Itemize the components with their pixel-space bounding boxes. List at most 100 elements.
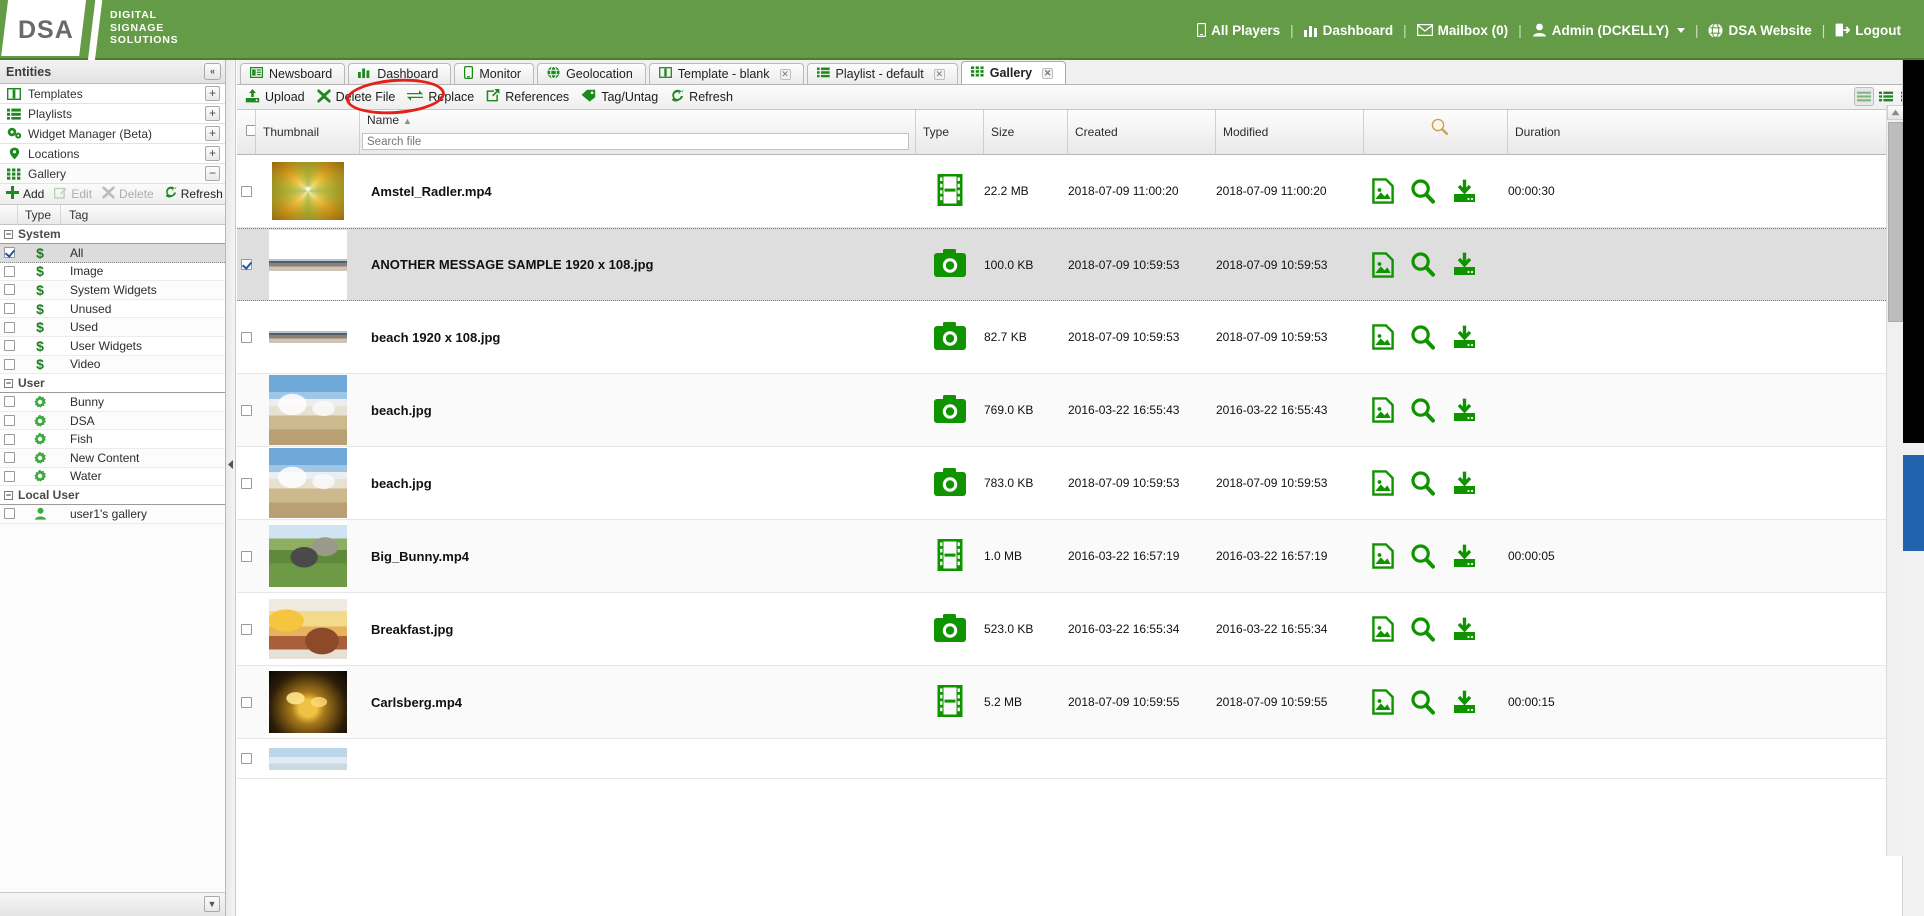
nav-admin-user[interactable]: Admin (DCKELLY) [1523, 21, 1694, 40]
tag-checkbox[interactable] [0, 396, 18, 408]
table-row[interactable]: beach.jpg 769.0 KB 2016-03-22 16:55:43 2… [237, 374, 1924, 447]
tag-group-user[interactable]: − User [0, 374, 225, 394]
row-checkbox-cell[interactable] [237, 259, 256, 270]
inspect-magnifier-icon[interactable] [1411, 324, 1435, 350]
tab-close-icon[interactable]: ✕ [779, 68, 791, 80]
tag-row-bunny[interactable]: Bunny [0, 393, 225, 412]
brand-logo[interactable]: DSA DIGITAL SIGNAGE SOLUTIONS [0, 0, 280, 60]
tag-checkbox[interactable] [0, 265, 18, 277]
tag-edit-button[interactable]: Edit [51, 187, 99, 202]
preview-image-icon[interactable] [1372, 178, 1394, 204]
tag-add-button[interactable]: Add [3, 186, 51, 202]
tag-refresh-button[interactable]: Refresh [161, 186, 225, 202]
row-checkbox-cell[interactable] [237, 477, 256, 489]
select-all-checkbox[interactable] [246, 125, 255, 136]
row-checkbox[interactable] [241, 753, 252, 764]
tag-row-new-content[interactable]: New Content [0, 448, 225, 468]
detail-view-icon[interactable] [1876, 87, 1896, 106]
preview-image-icon[interactable] [1372, 324, 1394, 350]
download-icon[interactable] [1452, 398, 1477, 423]
browser-scrollbar-thumb[interactable] [1903, 455, 1924, 551]
tag-checkbox[interactable] [0, 284, 18, 296]
tag-header-type[interactable]: Type [18, 204, 61, 225]
replace-button[interactable]: Replace [405, 89, 484, 105]
inspect-magnifier-icon[interactable] [1411, 616, 1435, 642]
sidebar-item-playlists[interactable]: Playlists + [0, 104, 225, 124]
refresh-button[interactable]: Refresh [668, 89, 743, 106]
tag-checkbox[interactable] [0, 508, 18, 520]
list-view-icon[interactable] [1854, 87, 1874, 106]
scroll-up-arrow-icon[interactable] [1887, 105, 1904, 120]
templates-add-button[interactable]: + [205, 86, 220, 101]
row-checkbox[interactable] [241, 404, 252, 416]
grid-header-size[interactable]: Size [984, 110, 1068, 154]
tag-row-image[interactable]: $ Image [0, 262, 225, 282]
row-checkbox-cell[interactable] [237, 185, 256, 197]
row-checkbox[interactable] [241, 331, 252, 343]
grid-header-modified[interactable]: Modified [1216, 110, 1364, 154]
download-icon[interactable] [1452, 252, 1477, 277]
delete-file-button[interactable]: Delete File [315, 88, 406, 106]
tag-checkbox[interactable] [0, 452, 18, 464]
table-row[interactable]: Big_Bunny.mp4 1.0 MB 2016-03-22 16:57:19… [237, 520, 1924, 593]
tag-row-fish[interactable]: Fish [0, 430, 225, 449]
tag-row-dsa[interactable]: DSA [0, 411, 225, 431]
tag-checkbox[interactable] [0, 247, 18, 259]
preview-image-icon[interactable] [1372, 397, 1394, 423]
tag-row-video[interactable]: $ Video [0, 355, 225, 375]
inspect-magnifier-icon[interactable] [1411, 543, 1435, 569]
row-checkbox[interactable] [241, 696, 252, 708]
table-row[interactable]: beach.jpg 783.0 KB 2018-07-09 10:59:53 2… [237, 447, 1924, 520]
gallery-collapse-button[interactable]: − [205, 166, 220, 181]
preview-image-icon[interactable] [1372, 251, 1394, 278]
tag-checkbox[interactable] [0, 470, 18, 482]
tag-row-used[interactable]: $ Used [0, 318, 225, 337]
tag-checkbox[interactable] [0, 358, 18, 370]
table-row[interactable]: Carlsberg.mp4 5.2 MB 2018-07-09 10:59:55… [237, 666, 1924, 739]
tag-checkbox[interactable] [0, 303, 18, 315]
search-input[interactable] [362, 133, 909, 150]
table-row[interactable]: Breakfast.jpg 523.0 KB 2016-03-22 16:55:… [237, 593, 1924, 666]
tab-close-icon[interactable]: ✕ [1042, 67, 1054, 79]
playlists-add-button[interactable]: + [205, 106, 220, 121]
upload-button[interactable]: Upload [243, 88, 315, 106]
nav-mailbox[interactable]: Mailbox (0) [1408, 21, 1518, 40]
table-row[interactable]: beach 1920 x 108.jpg 82.7 KB 2018-07-09 … [237, 301, 1924, 374]
nav-dashboard[interactable]: Dashboard [1295, 21, 1403, 40]
scrollbar-thumb[interactable] [1888, 122, 1903, 322]
preview-image-icon[interactable] [1372, 616, 1394, 642]
sidebar-item-gallery[interactable]: Gallery − [0, 164, 225, 184]
preview-image-icon[interactable] [1372, 543, 1394, 569]
sidebar-item-widget-manager[interactable]: Widget Manager (Beta) + [0, 124, 225, 144]
row-checkbox-cell[interactable] [237, 331, 256, 343]
table-row[interactable] [237, 739, 1924, 779]
tag-checkbox[interactable] [0, 321, 18, 333]
tab-dashboard[interactable]: Dashboard [348, 63, 452, 84]
download-icon[interactable] [1452, 179, 1477, 204]
tab-monitor[interactable]: Monitor [454, 63, 535, 84]
row-checkbox-cell[interactable] [237, 696, 256, 708]
widget-manager-add-button[interactable]: + [205, 126, 220, 141]
inspect-magnifier-icon[interactable] [1411, 178, 1435, 204]
tag-untag-button[interactable]: Tag/Untag [579, 89, 668, 105]
nav-all-players[interactable]: All Players [1188, 21, 1289, 40]
row-checkbox-cell[interactable] [237, 404, 256, 416]
sidebar-splitter[interactable] [226, 60, 236, 916]
browser-scrollbar-track[interactable] [1903, 551, 1924, 916]
row-checkbox-cell[interactable] [237, 753, 256, 764]
grid-header-select-all[interactable] [237, 110, 256, 154]
tag-row-system-widgets[interactable]: $ System Widgets [0, 281, 225, 300]
tag-row-unused[interactable]: $ Unused [0, 299, 225, 319]
tag-header-tag[interactable]: Tag [61, 208, 88, 222]
tag-row-water[interactable]: Water [0, 467, 225, 487]
download-icon[interactable] [1452, 617, 1477, 642]
inspect-magnifier-icon[interactable] [1411, 470, 1435, 496]
row-checkbox[interactable] [241, 623, 252, 635]
sidebar-footer-expand-button[interactable]: ▼ [204, 896, 220, 912]
tab-gallery[interactable]: Gallery ✕ [960, 61, 1067, 84]
table-row[interactable]: ANOTHER MESSAGE SAMPLE 1920 x 108.jpg 10… [237, 228, 1924, 301]
download-icon[interactable] [1452, 471, 1477, 496]
grid-header-thumbnail[interactable]: Thumbnail [256, 110, 360, 154]
preview-image-icon[interactable] [1372, 689, 1394, 715]
table-row[interactable]: Amstel_Radler.mp4 22.2 MB 2018-07-09 11:… [237, 155, 1924, 228]
